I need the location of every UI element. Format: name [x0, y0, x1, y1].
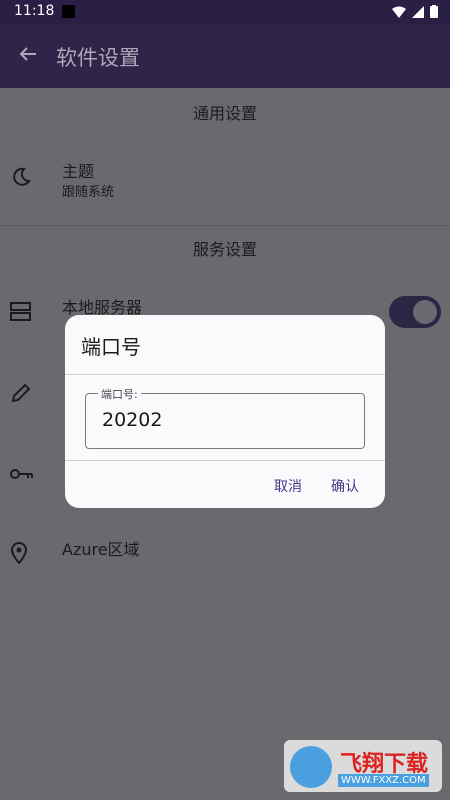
server-icon — [10, 302, 31, 321]
page-title: 软件设置 — [56, 46, 140, 70]
signal-icon — [412, 5, 424, 18]
azure-region-label: Azure区域 — [62, 540, 140, 559]
port-dialog: 端口号 端口号: 20202 取消 确认 — [65, 315, 385, 508]
watermark: 飞翔下载 WWW.FXXZ.COM — [284, 740, 442, 792]
section-title-service: 服务设置 — [192, 240, 257, 259]
location-pin-icon — [10, 542, 28, 564]
port-input[interactable]: 端口号: 20202 — [85, 386, 365, 449]
dialog-title: 端口号 — [81, 335, 141, 359]
key-icon — [10, 469, 33, 479]
app-bar: 软件设置 — [0, 24, 450, 88]
dialog-divider-bottom — [65, 460, 385, 461]
theme-label: 主题 — [62, 162, 95, 181]
theme-value: 跟随系统 — [62, 185, 115, 200]
setting-azure-region[interactable]: Azure区域 — [0, 528, 450, 578]
confirm-button[interactable]: 确认 — [331, 476, 359, 496]
battery-icon — [430, 5, 438, 18]
watermark-logo — [290, 746, 332, 788]
cancel-button[interactable]: 取消 — [274, 476, 302, 496]
wifi-icon — [392, 6, 406, 18]
moon-icon — [13, 167, 31, 186]
pencil-icon — [11, 383, 31, 403]
status-time: 11:18 — [14, 3, 55, 19]
status-bar: 11:18 — [0, 0, 450, 24]
toggle-knob — [413, 300, 437, 324]
section-title-general: 通用设置 — [192, 104, 257, 123]
notification-icon — [62, 5, 75, 18]
local-server-toggle[interactable] — [389, 296, 441, 328]
status-icons — [392, 5, 438, 18]
divider — [0, 225, 450, 226]
port-input-value[interactable]: 20202 — [102, 409, 162, 431]
setting-theme[interactable]: 主题 跟随系统 — [0, 148, 450, 223]
port-input-label: 端口号: — [98, 386, 141, 402]
back-arrow-icon[interactable] — [18, 44, 38, 64]
watermark-url: WWW.FXXZ.COM — [338, 774, 429, 787]
dialog-divider-top — [65, 374, 385, 375]
